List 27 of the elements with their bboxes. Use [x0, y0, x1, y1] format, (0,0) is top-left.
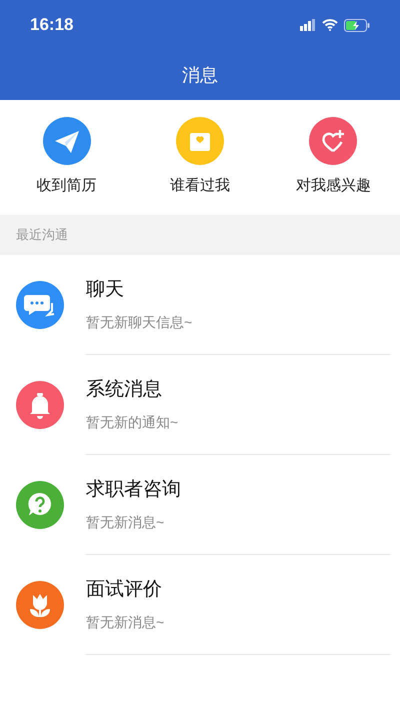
- wifi-icon: [322, 19, 338, 31]
- page-title: 消息: [182, 64, 218, 86]
- conversation-item[interactable]: 面试评价 暂无新消息~: [0, 555, 400, 655]
- status-time: 16:18: [30, 14, 74, 36]
- tulip-icon: [16, 581, 64, 629]
- conversation-title: 聊天: [86, 278, 124, 302]
- conversation-item[interactable]: 系统消息 暂无新的通知~: [0, 355, 400, 455]
- battery-icon: [344, 18, 370, 32]
- conversation-title: 求职者咨询: [86, 478, 181, 502]
- conversation-preview: 暂无新聊天信息~: [86, 313, 192, 332]
- conversation-title: 系统消息: [86, 378, 162, 402]
- conversation-item[interactable]: 求职者咨询 暂无新消息~: [0, 455, 400, 555]
- conversation-preview: 暂无新的通知~: [86, 413, 178, 432]
- quick-action-button[interactable]: 收到简历: [0, 117, 134, 198]
- bell-icon: [16, 381, 64, 429]
- conversation-item[interactable]: 聊天 暂无新聊天信息~: [0, 255, 400, 355]
- conversation-preview: 暂无新消息~: [86, 613, 164, 632]
- conversation-title: 面试评价: [86, 578, 162, 602]
- signal-icon: [300, 19, 316, 31]
- section-title: 最近沟通: [16, 226, 68, 244]
- question-bubble-icon: [16, 481, 64, 529]
- quick-action-button[interactable]: 对我感兴趣: [266, 117, 400, 198]
- chat-bubbles-icon: [16, 281, 64, 329]
- paper-plane-icon: [42, 117, 91, 166]
- conversation-preview: 暂无新消息~: [86, 513, 164, 532]
- heart-plus-icon: [309, 117, 358, 166]
- quick-action-button[interactable]: 谁看过我: [133, 117, 267, 198]
